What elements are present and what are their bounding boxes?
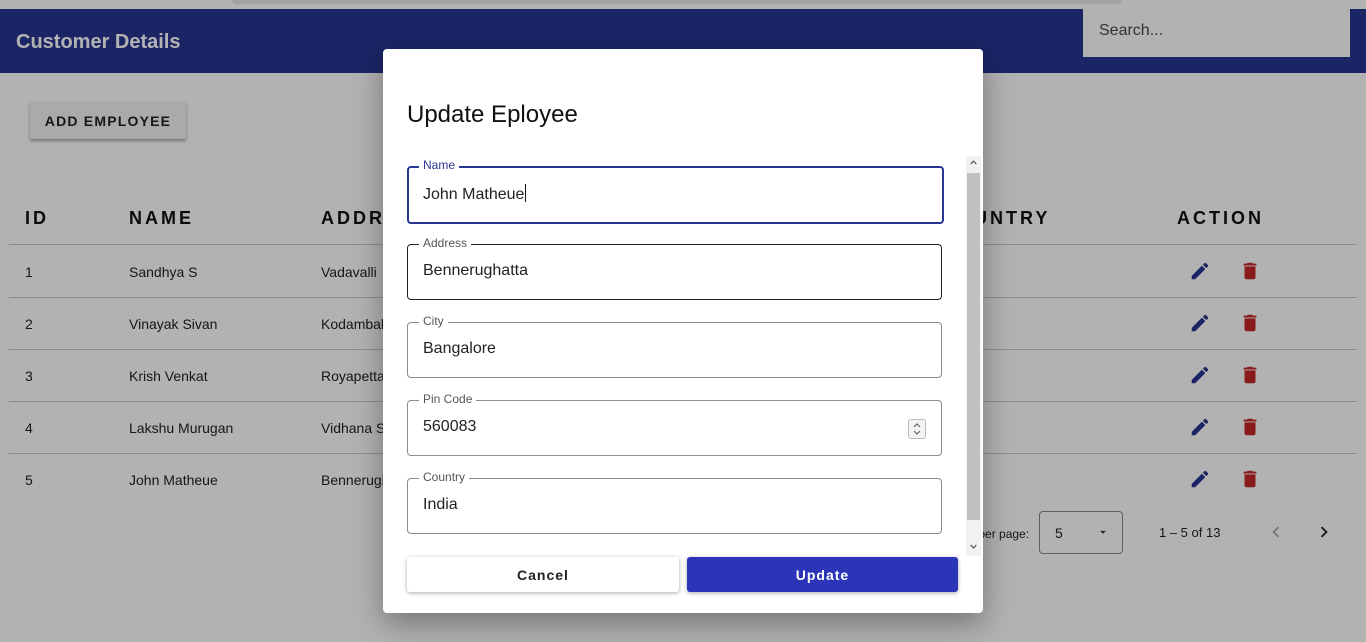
cancel-button[interactable]: Cancel: [407, 557, 679, 592]
name-field[interactable]: Name John Matheue: [407, 158, 944, 224]
country-field[interactable]: Country India: [407, 470, 942, 534]
text-caret: [525, 184, 527, 202]
city-input-value[interactable]: Bangalore: [423, 340, 496, 358]
pincode-input-value[interactable]: 560083: [423, 418, 476, 436]
address-input-value[interactable]: Bennerughatta: [423, 262, 528, 280]
pincode-field[interactable]: Pin Code 560083: [407, 392, 942, 456]
city-field[interactable]: City Bangalore: [407, 314, 942, 378]
scrollbar-thumb[interactable]: [967, 173, 980, 520]
name-label: Name: [419, 158, 460, 172]
pincode-label: Pin Code: [419, 392, 477, 406]
number-spinner[interactable]: [908, 419, 926, 439]
update-button[interactable]: Update: [687, 557, 958, 592]
spinner-arrows-icon: [913, 423, 921, 435]
country-label: Country: [419, 470, 470, 484]
scroll-up-icon[interactable]: [967, 156, 980, 174]
address-field[interactable]: Address Bennerughatta: [407, 236, 942, 300]
update-employee-dialog: Update Eployee Name John Matheue Address…: [383, 49, 983, 613]
dialog-title: Update Eployee: [407, 101, 578, 128]
address-label: Address: [419, 236, 472, 250]
scroll-down-icon[interactable]: [967, 540, 980, 558]
name-input-value[interactable]: John Matheue: [423, 184, 527, 204]
name-value-text: John Matheue: [423, 186, 525, 203]
country-input-value[interactable]: India: [423, 496, 458, 514]
city-label: City: [419, 314, 448, 328]
